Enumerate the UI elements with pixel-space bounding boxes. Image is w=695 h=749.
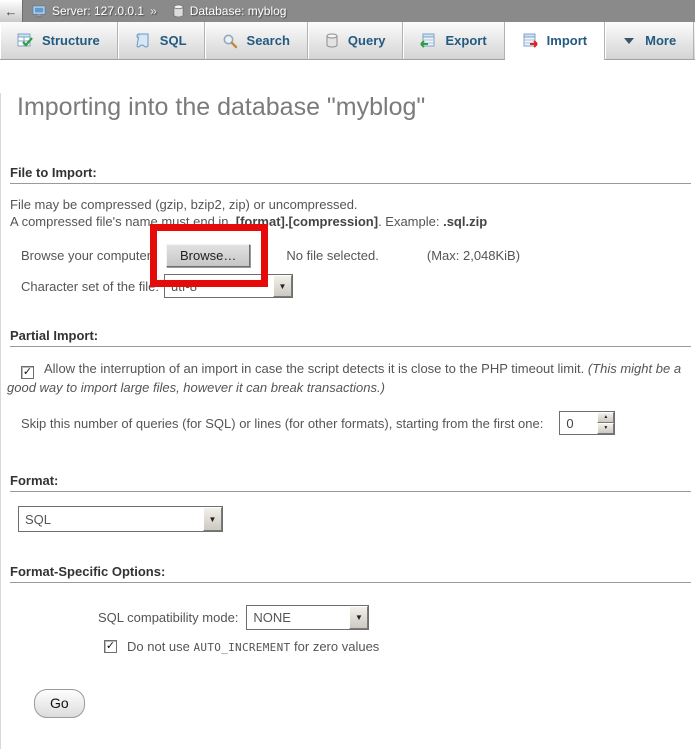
tab-query[interactable]: Query — [308, 22, 404, 59]
tab-search[interactable]: Search — [205, 22, 308, 59]
section-rule — [10, 491, 691, 492]
compression-line2-mid: . Example: — [378, 214, 443, 229]
tab-label: Structure — [42, 33, 100, 48]
allow-interruption-row: ✓ Allow the interruption of an import in … — [7, 360, 685, 397]
export-icon — [420, 33, 436, 49]
breadcrumb-server-link[interactable]: Server: 127.0.0.1 — [52, 4, 144, 18]
breadcrumb-bar: ← Server: 127.0.0.1 » Database: myblog — [0, 0, 695, 22]
database-icon — [172, 4, 185, 18]
tab-label: Import — [547, 33, 587, 48]
sql-compatibility-value: NONE — [247, 606, 349, 629]
file-selected-status: No file selected. — [286, 248, 379, 263]
section-rule — [10, 183, 691, 184]
sql-compatibility-row: SQL compatibility mode: NONE ▼ — [98, 605, 695, 630]
sql-compatibility-select[interactable]: NONE ▼ — [246, 605, 369, 630]
breadcrumb-database-link[interactable]: Database: myblog — [190, 4, 287, 18]
import-icon — [522, 33, 538, 49]
main-content: Importing into the database "myblog" Fil… — [0, 93, 695, 749]
breadcrumb-separator: » — [150, 4, 157, 18]
chevron-down-icon — [622, 36, 636, 46]
browse-label: Browse your computer: — [21, 248, 166, 263]
charset-label: Character set of the file: — [21, 279, 164, 294]
auto-increment-label: Do not use AUTO_INCREMENT for zero value… — [127, 639, 379, 654]
charset-row: Character set of the file: utf-8 ▼ — [1, 274, 695, 298]
tab-bar: Structure SQL Search Query — [0, 22, 695, 60]
go-button[interactable]: Go — [34, 689, 85, 718]
compression-format-token: .[format].[compression] — [232, 214, 378, 229]
tab-export[interactable]: Export — [403, 22, 504, 59]
page-title: Importing into the database "myblog" — [17, 93, 695, 121]
dropdown-arrow-icon: ▼ — [349, 606, 368, 629]
format-select[interactable]: SQL ▼ — [18, 506, 223, 532]
stepper-buttons: ▲ ▼ — [597, 412, 614, 434]
charset-select[interactable]: utf-8 ▼ — [164, 274, 293, 298]
auto-increment-label-suffix: for zero values — [290, 639, 379, 654]
dropdown-arrow-icon: ▼ — [203, 507, 222, 531]
skip-queries-label: Skip this number of queries (for SQL) or… — [21, 416, 543, 431]
tab-more[interactable]: More — [605, 22, 694, 59]
section-rule — [10, 346, 691, 347]
stepper-down-button[interactable]: ▼ — [597, 423, 614, 434]
tab-label: More — [645, 33, 676, 48]
sql-icon — [135, 33, 151, 49]
skip-queries-row: Skip this number of queries (for SQL) or… — [21, 411, 687, 435]
skip-queries-stepper[interactable]: 0 ▲ ▼ — [559, 411, 615, 435]
section-heading-format-specific: Format-Specific Options: — [10, 564, 687, 579]
auto-increment-row: ✓ Do not use AUTO_INCREMENT for zero val… — [104, 639, 695, 654]
tab-label: Query — [348, 33, 386, 48]
section-heading-partial-import: Partial Import: — [10, 328, 687, 343]
allow-interruption-label: Allow the interruption of an import in c… — [44, 361, 588, 376]
compression-example-token: .sql.zip — [443, 214, 487, 229]
section-heading-file-to-import: File to Import: — [10, 165, 687, 180]
structure-icon — [17, 33, 33, 49]
tab-label: Export — [445, 33, 486, 48]
stepper-up-button[interactable]: ▲ — [597, 412, 614, 423]
sql-compatibility-label: SQL compatibility mode: — [98, 610, 238, 625]
query-icon — [325, 33, 339, 48]
tab-label: Search — [247, 33, 290, 48]
tab-structure[interactable]: Structure — [0, 22, 118, 59]
back-arrow-icon: ← — [5, 4, 18, 19]
format-selected-value: SQL — [19, 507, 203, 531]
compression-line1: File may be compressed (gzip, bzip2, zip… — [10, 197, 358, 212]
section-rule — [10, 582, 691, 583]
allow-interruption-checkbox[interactable]: ✓ — [21, 366, 34, 379]
tab-import[interactable]: Import — [505, 22, 605, 60]
file-upload-row: Browse your computer: Browse… No file se… — [1, 242, 695, 268]
back-button[interactable]: ← — [0, 0, 23, 22]
search-icon — [222, 33, 238, 49]
server-icon — [32, 4, 47, 19]
auto-increment-checkbox[interactable]: ✓ — [104, 640, 117, 653]
section-heading-format: Format: — [10, 473, 687, 488]
max-upload-size: (Max: 2,048KiB) — [427, 248, 520, 263]
browse-button[interactable]: Browse… — [166, 244, 250, 267]
tab-label: SQL — [160, 33, 187, 48]
skip-queries-value: 0 — [560, 412, 597, 434]
tab-sql[interactable]: SQL — [118, 22, 205, 59]
auto-increment-code: AUTO_INCREMENT — [194, 641, 291, 654]
compression-line2-prefix: A compressed file's name must end in — [10, 214, 232, 229]
charset-selected-value: utf-8 — [165, 275, 273, 297]
auto-increment-label-prefix: Do not use — [127, 639, 194, 654]
dropdown-arrow-icon: ▼ — [273, 275, 292, 297]
compression-note: File may be compressed (gzip, bzip2, zip… — [10, 196, 687, 230]
